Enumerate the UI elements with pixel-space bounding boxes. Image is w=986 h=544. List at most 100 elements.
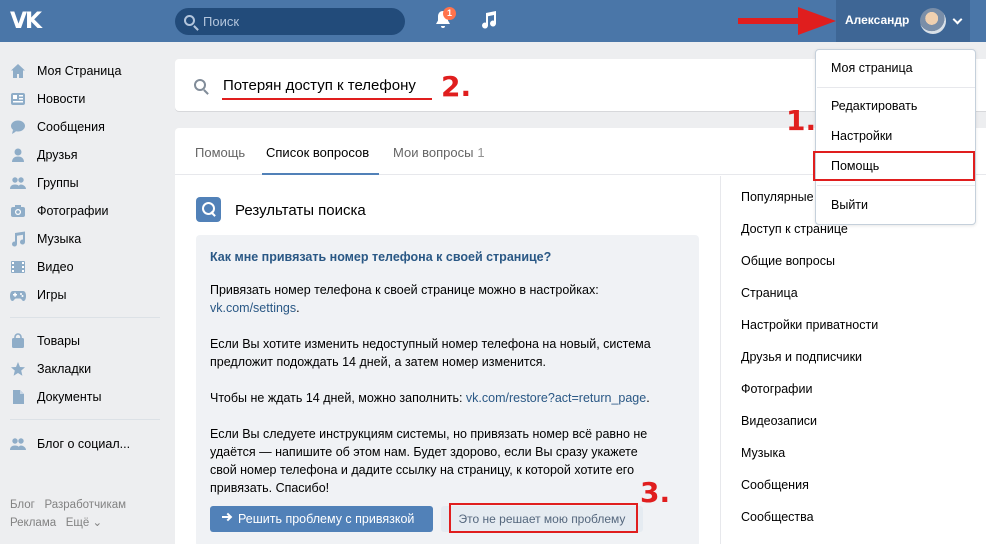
- sidebar-divider: [10, 317, 160, 318]
- tab-label: Список вопросов: [266, 145, 370, 160]
- top-header: VK Поиск 1 Александр: [0, 0, 986, 42]
- menu-item-logout[interactable]: Выйти: [831, 198, 868, 212]
- answer-question[interactable]: Как мне привязать номер телефона к своей…: [210, 250, 551, 264]
- tab-question-list[interactable]: Список вопросов: [266, 145, 369, 160]
- answer-paragraph-2: Если Вы хотите изменить недоступный номе…: [210, 335, 680, 371]
- profile-dropdown-menu: Моя страница Редактировать Настройки Пом…: [815, 49, 976, 225]
- answer-text: свой номер телефона и дадите ссылку на с…: [210, 463, 635, 477]
- sidebar-item-label: Музыка: [37, 232, 82, 246]
- answer-text: Чтобы не ждать 14 дней, можно заполнить:: [210, 391, 466, 405]
- search-results-icon: [196, 197, 221, 222]
- red-box-annotation: [813, 151, 975, 181]
- sidebar-item-community-blog[interactable]: Блог о социал...: [10, 430, 160, 458]
- sidebar-item-groups[interactable]: Группы: [10, 169, 160, 197]
- menu-item-my-page[interactable]: Моя страница: [831, 61, 913, 75]
- tab-label: Помощь: [195, 145, 246, 160]
- footer-link-developers[interactable]: Разработчикам: [44, 499, 126, 511]
- sidebar-item-bookmarks[interactable]: Закладки: [10, 355, 160, 383]
- vk-logo[interactable]: VK: [10, 9, 42, 34]
- footer-link-blog[interactable]: Блог: [10, 499, 35, 511]
- sidebar-item-label: Закладки: [37, 362, 92, 376]
- friends-icon: [10, 147, 26, 163]
- answer-text: предложит подождать 14 дней, а затем ном…: [210, 355, 547, 369]
- search-icon: [184, 15, 195, 26]
- sidebar-item-documents[interactable]: Документы: [10, 383, 160, 411]
- sidebar-item-photos[interactable]: Фотографии: [10, 197, 160, 225]
- chevron-down-icon: ⌄: [92, 517, 103, 529]
- groups-icon: [10, 175, 26, 191]
- sidebar-item-label: Фотографии: [37, 204, 109, 218]
- footer-link-more[interactable]: Ещё ⌄: [66, 517, 102, 529]
- red-underline-annotation: [222, 98, 432, 100]
- help-category-general[interactable]: Общие вопросы: [741, 254, 835, 268]
- answer-block: Как мне привязать номер телефона к своей…: [196, 235, 699, 544]
- sidebar-item-label: Видео: [37, 260, 74, 274]
- header-search-input[interactable]: Поиск: [175, 8, 405, 35]
- sidebar-item-label: Друзья: [37, 148, 78, 162]
- restore-link[interactable]: vk.com/restore?act=return_page: [466, 391, 646, 405]
- sidebar-item-video[interactable]: Видео: [10, 253, 160, 281]
- help-category-music[interactable]: Музыка: [741, 446, 785, 460]
- video-icon: [10, 259, 26, 275]
- help-search-query: Потерян доступ к телефону: [223, 77, 416, 94]
- settings-link[interactable]: vk.com/settings: [210, 301, 296, 315]
- answer-paragraph-3: Чтобы не ждать 14 дней, можно заполнить:…: [210, 389, 680, 407]
- help-category-messages[interactable]: Сообщения: [741, 478, 809, 492]
- help-category-friends[interactable]: Друзья и подписчики: [741, 350, 862, 364]
- red-box-annotation: [449, 503, 638, 533]
- search-placeholder: Поиск: [203, 14, 240, 29]
- news-icon: [10, 91, 26, 107]
- help-category-page[interactable]: Страница: [741, 286, 798, 300]
- help-category-communities[interactable]: Сообщества: [741, 510, 814, 524]
- menu-item-settings[interactable]: Настройки: [831, 129, 892, 143]
- search-icon: [194, 79, 206, 91]
- help-category-popular[interactable]: Популярные: [741, 190, 814, 204]
- sidebar-item-my-page[interactable]: Моя Страница: [10, 57, 160, 85]
- answer-paragraph-4: Если Вы следуете инструкциям системы, но…: [210, 425, 680, 497]
- sidebar-divider: [10, 419, 160, 420]
- help-categories-nav: Популярные Доступ к странице Общие вопро…: [720, 176, 986, 544]
- sidebar-item-label: Новости: [37, 92, 86, 106]
- star-icon: [10, 361, 26, 377]
- menu-divider: [817, 87, 975, 88]
- messages-icon: [10, 119, 26, 135]
- tab-my-questions[interactable]: Мои вопросы 1: [393, 145, 485, 160]
- sidebar-item-goods[interactable]: Товары: [10, 327, 160, 355]
- sidebar-item-friends[interactable]: Друзья: [10, 141, 160, 169]
- footer-more-label: Ещё: [65, 517, 90, 529]
- help-category-privacy[interactable]: Настройки приватности: [741, 318, 878, 332]
- menu-item-edit[interactable]: Редактировать: [831, 99, 917, 113]
- sidebar-item-music[interactable]: Музыка: [10, 225, 160, 253]
- profile-name: Александр: [845, 13, 910, 27]
- help-category-videos[interactable]: Видеозаписи: [741, 414, 817, 428]
- community-icon: [10, 436, 26, 452]
- sidebar-item-messages[interactable]: Сообщения: [10, 113, 160, 141]
- menu-divider: [817, 185, 975, 186]
- sidebar-item-label: Блог о социал...: [37, 437, 131, 451]
- chevron-down-icon: [952, 14, 963, 25]
- profile-menu-button[interactable]: Александр: [836, 0, 970, 42]
- avatar: [920, 8, 946, 34]
- solve-problem-button[interactable]: Решить проблему с привязкой: [210, 506, 433, 532]
- document-icon: [10, 389, 26, 405]
- active-tab-indicator: [262, 173, 379, 175]
- answer-text: Привязать номер телефона к своей страниц…: [210, 283, 599, 297]
- sidebar-item-label: Группы: [37, 176, 79, 190]
- music-note-icon[interactable]: [480, 10, 498, 30]
- sidebar-item-news[interactable]: Новости: [10, 85, 160, 113]
- sidebar-item-label: Сообщения: [37, 120, 105, 134]
- answer-text: Если Вы хотите изменить недоступный номе…: [210, 337, 651, 351]
- results-title: Результаты поиска: [235, 202, 366, 219]
- music-icon: [10, 231, 26, 247]
- annotation-step-2: 2.: [441, 70, 472, 103]
- tab-count: 1: [477, 145, 485, 160]
- help-category-photos[interactable]: Фотографии: [741, 382, 812, 396]
- answer-text: привязать. Спасибо!: [210, 481, 330, 495]
- red-arrow-annotation: [738, 7, 836, 35]
- home-icon: [10, 63, 26, 79]
- sidebar-item-games[interactable]: Игры: [10, 281, 160, 309]
- footer-link-ads[interactable]: Реклама: [10, 517, 56, 529]
- tab-help[interactable]: Помощь: [195, 145, 245, 160]
- tab-label: Мои вопросы: [393, 145, 474, 160]
- annotation-step-3: 3.: [640, 476, 671, 509]
